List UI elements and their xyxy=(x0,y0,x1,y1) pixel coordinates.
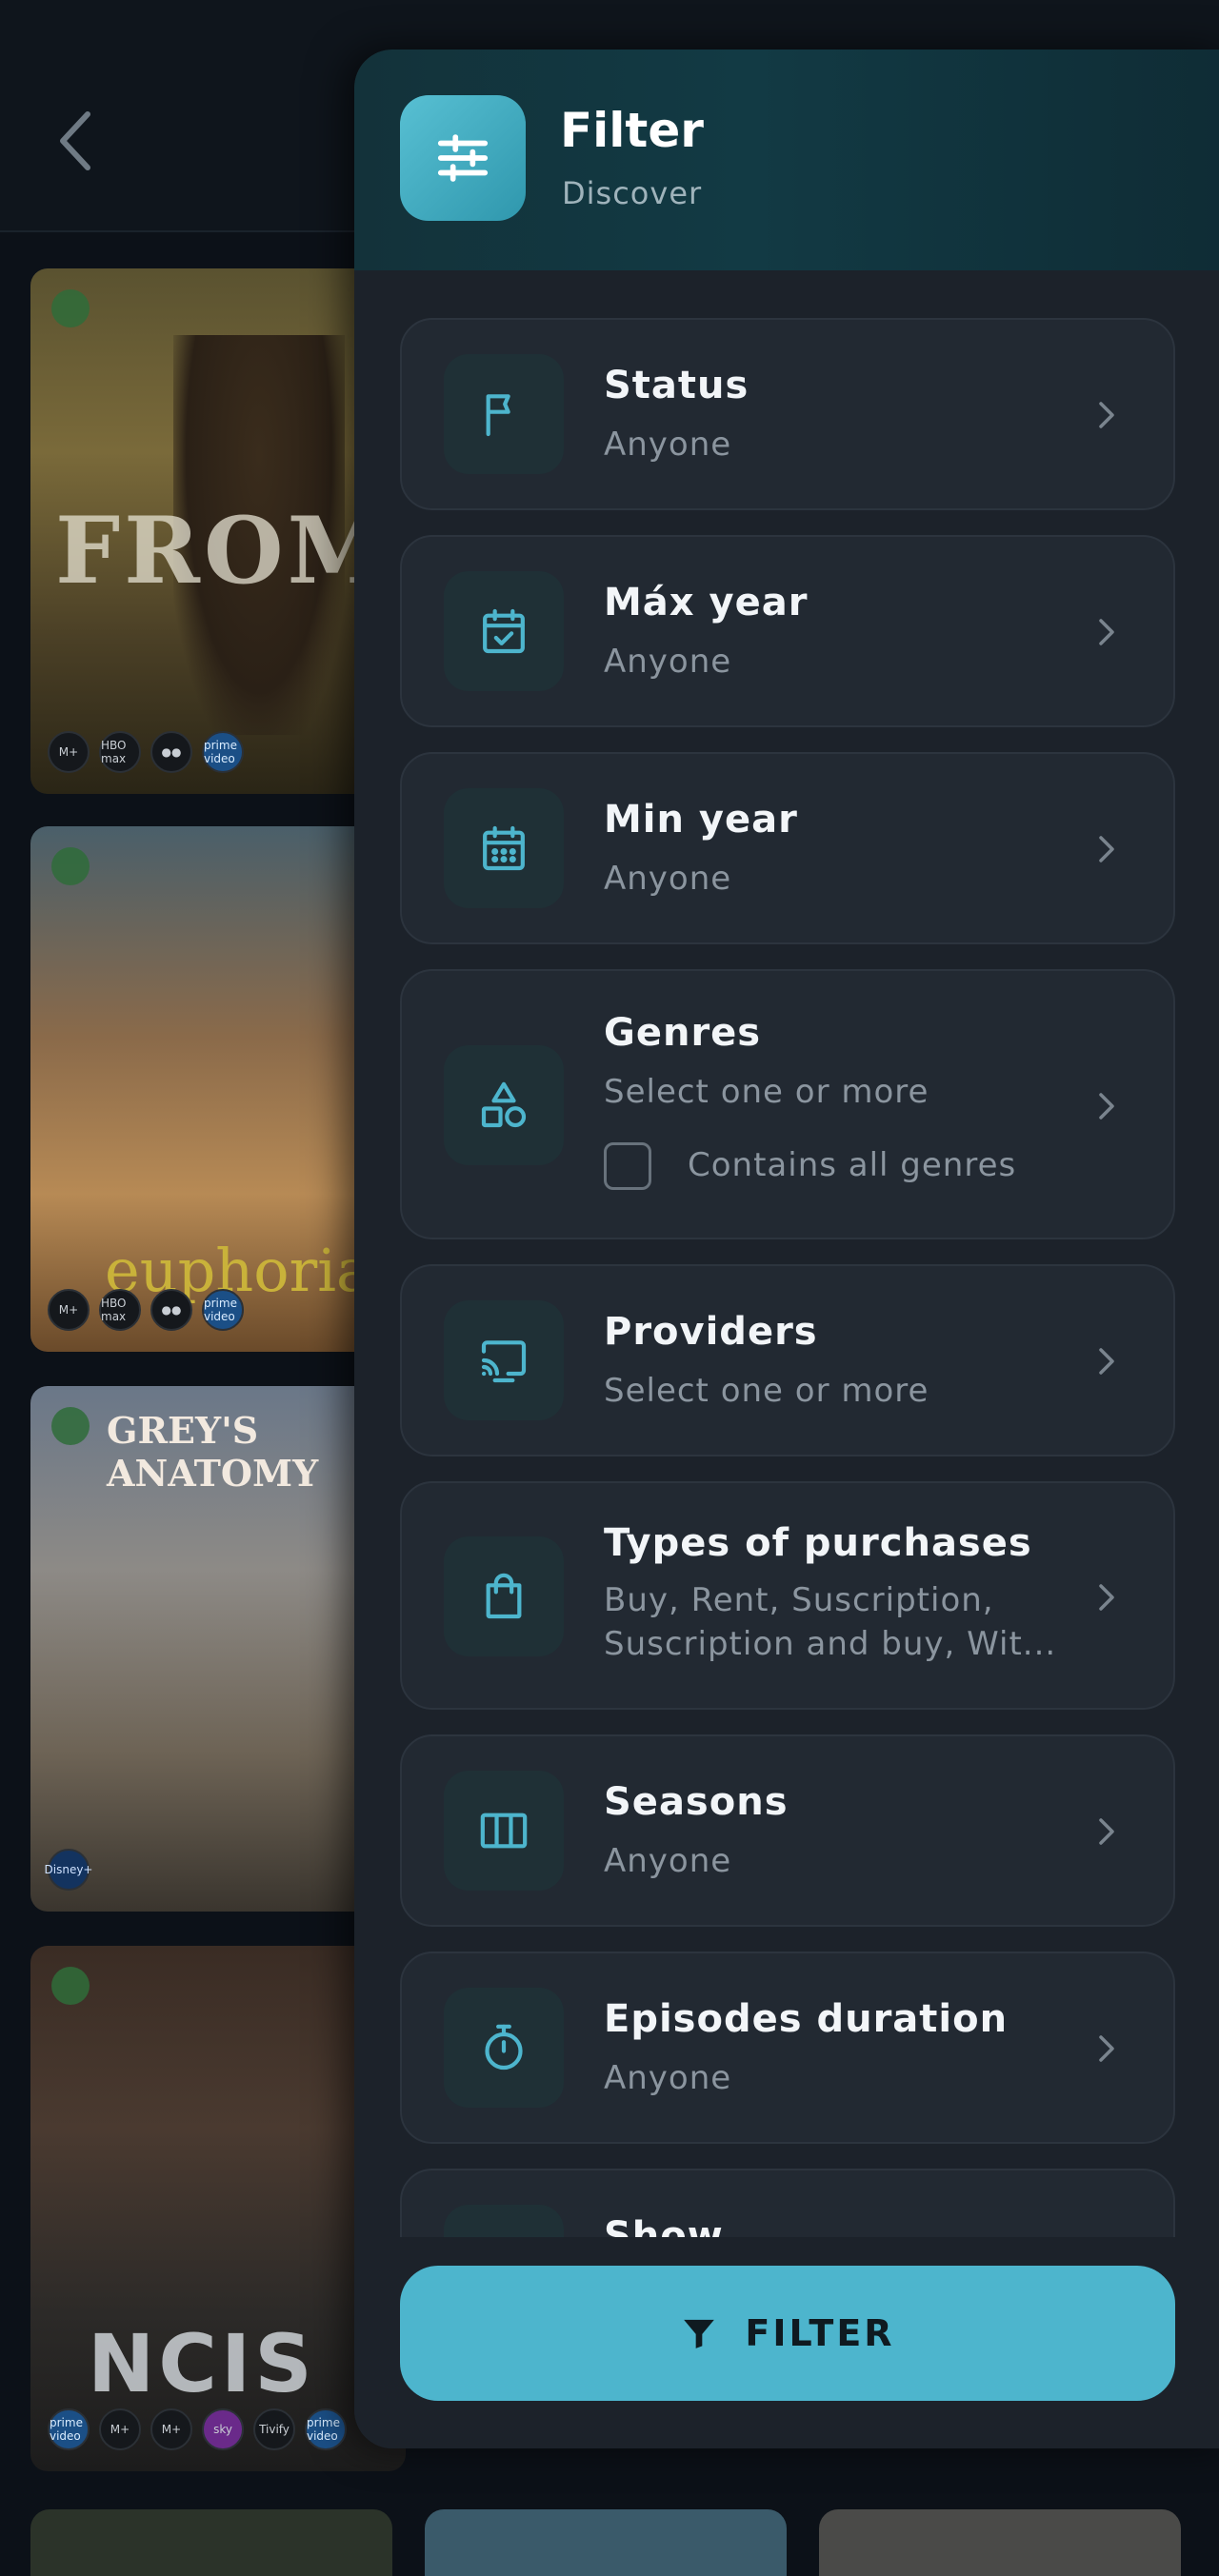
filter-item-label: Status xyxy=(604,364,749,407)
filter-item-value: Anyone xyxy=(604,860,732,898)
status-dot xyxy=(51,289,90,327)
provider-badge: prime video xyxy=(48,2408,90,2450)
filter-item-value: Anyone xyxy=(604,2059,732,2097)
shopping-bag-icon xyxy=(444,1536,564,1656)
provider-badge: prime video xyxy=(202,1289,244,1331)
filter-item-types-of-purchases[interactable]: Types of purchases Buy, Rent, Suscriptio… xyxy=(400,1481,1175,1710)
filter-item-value: Buy, Rent, Suscription, xyxy=(604,1581,994,1619)
drawer-header: Filter Discover xyxy=(354,50,1219,270)
filter-item-label: Min year xyxy=(604,798,798,842)
provider-badge: HBO max xyxy=(99,731,141,773)
chevron-right-icon xyxy=(1099,402,1114,428)
filter-item-label: Providers xyxy=(604,1310,818,1354)
chevron-right-icon xyxy=(1099,1818,1114,1845)
chevron-right-icon xyxy=(1099,1093,1114,1120)
provider-badge: Tivify xyxy=(253,2408,295,2450)
provider-badge: prime video xyxy=(305,2408,347,2450)
provider-badge: ●● xyxy=(150,731,192,773)
funnel-icon xyxy=(684,2319,715,2348)
flag-icon xyxy=(444,354,564,474)
filter-item-value: Anyone xyxy=(604,426,732,464)
filter-item-max-year[interactable]: Máx year Anyone xyxy=(400,535,1175,727)
columns-icon xyxy=(444,1771,564,1891)
status-dot xyxy=(51,847,90,885)
filter-drawer: Filter Discover Status Anyone Máx year A… xyxy=(354,50,1219,2448)
provider-badge: M+ xyxy=(150,2408,192,2450)
filter-item-label: Types of purchases xyxy=(604,1521,1032,1565)
filter-item-label: Máx year xyxy=(604,581,809,624)
provider-badges: M+ HBO max ●● prime video xyxy=(48,731,244,773)
poster-card[interactable]: GREY'S ANATOMY Disney+ xyxy=(30,1386,406,1912)
poster-title: NCIS xyxy=(88,2317,316,2410)
provider-badge: M+ xyxy=(48,1289,90,1331)
calendar-check-icon xyxy=(444,571,564,691)
poster-title: FROM xyxy=(55,497,392,604)
drawer-subtitle: Discover xyxy=(562,175,703,211)
filter-item-label: Genres xyxy=(604,1011,762,1055)
provider-badge: sky xyxy=(202,2408,244,2450)
filter-item-value: Anyone xyxy=(604,1842,732,1880)
filter-item-value: Anyone xyxy=(604,643,732,681)
back-arrow-icon[interactable] xyxy=(53,107,99,175)
filter-item-status[interactable]: Status Anyone xyxy=(400,318,1175,510)
poster-title: GREY'S ANATOMY xyxy=(107,1409,319,1495)
poster-card[interactable] xyxy=(30,2509,392,2576)
filter-item-value: Select one or more xyxy=(604,1073,929,1111)
chevron-right-icon xyxy=(1099,1584,1114,1611)
filter-item-genres[interactable]: Genres Select one or more Contains all g… xyxy=(400,969,1175,1239)
filter-button-label: FILTER xyxy=(745,2312,895,2354)
filter-item-providers[interactable]: Providers Select one or more xyxy=(400,1264,1175,1456)
provider-badges: Disney+ xyxy=(45,1849,93,1891)
provider-badges: M+ HBO max ●● prime video xyxy=(48,1289,244,1331)
sliders-icon xyxy=(400,95,526,221)
stopwatch-icon xyxy=(444,1988,564,2108)
status-dot xyxy=(51,1967,90,2005)
filter-item-label: Episodes duration xyxy=(604,1997,1009,2041)
provider-badge: HBO max xyxy=(99,1289,141,1331)
provider-badge: M+ xyxy=(48,731,90,773)
provider-badge: M+ xyxy=(99,2408,141,2450)
checkbox-label: Contains all genres xyxy=(688,1146,1017,1184)
contains-all-genres-checkbox[interactable] xyxy=(604,1142,651,1190)
calendar-icon xyxy=(444,788,564,908)
filter-item-label: Seasons xyxy=(604,1780,789,1824)
chevron-right-icon xyxy=(1099,619,1114,645)
chevron-right-icon xyxy=(1099,1348,1114,1375)
cast-icon xyxy=(444,1300,564,1420)
provider-badge: prime video xyxy=(202,731,244,773)
filter-item-value: Suscription and buy, Wit... xyxy=(604,1625,1057,1663)
poster-card[interactable] xyxy=(425,2509,787,2576)
filter-item-value: Select one or more xyxy=(604,1372,929,1410)
shapes-icon xyxy=(444,1045,564,1165)
poster-card[interactable]: euphoria M+ HBO max ●● prime video xyxy=(30,826,406,1352)
poster-card[interactable]: NCIS prime video M+ M+ sky Tivify prime … xyxy=(30,1946,406,2471)
filter-item-seasons[interactable]: Seasons Anyone xyxy=(400,1734,1175,1927)
provider-badges: prime video M+ M+ sky Tivify prime video xyxy=(48,2408,347,2450)
filter-button[interactable]: FILTER xyxy=(400,2266,1175,2401)
provider-badge: Disney+ xyxy=(45,1849,93,1891)
chevron-right-icon xyxy=(1099,836,1114,862)
drawer-title: Filter xyxy=(560,103,704,158)
provider-badge: ●● xyxy=(150,1289,192,1331)
filter-item-min-year[interactable]: Min year Anyone xyxy=(400,752,1175,944)
filter-item-episodes-duration[interactable]: Episodes duration Anyone xyxy=(400,1952,1175,2144)
chevron-right-icon xyxy=(1099,2035,1114,2062)
poster-card[interactable] xyxy=(819,2509,1181,2576)
poster-card[interactable]: FROM M+ HBO max ●● prime video xyxy=(30,268,406,794)
